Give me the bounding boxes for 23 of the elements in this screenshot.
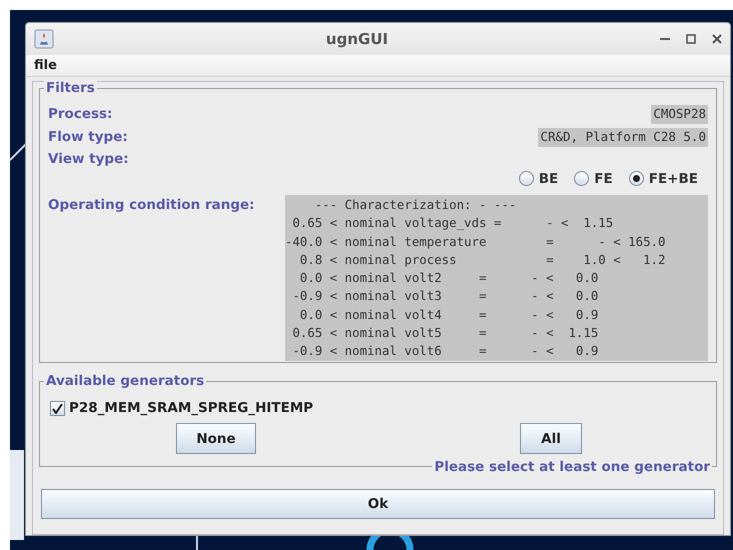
menu-item[interactable]: file	[34, 56, 57, 76]
minimize-icon[interactable]	[660, 37, 670, 41]
characterization-text: --- Characterization: - --- 0.65 < nominal voltage_vds = - < 1.15 -40.0 < nominal temperature = - < 165.0 0.8 < nominal process = 1.0 < 1.2 0.0 < nominal volt2 = - < 0.0 -0.9 < nominal volt3 = - < 0.0 0.0 < nominal volt4 = - < 0.9 0.65 < nominal volt5 = - < 1.15 -0.9 < nominal volt6 = - < 0.9	[285, 195, 708, 361]
checkbox[interactable]	[50, 400, 65, 416]
radio-button[interactable]: FE	[574, 168, 613, 189]
window-title: ugnGUI	[324, 28, 390, 50]
field-value: CR&D, Platform C28 5.0	[538, 128, 708, 147]
field-value: CMOSP28	[651, 105, 708, 124]
field-label: Flow type:	[48, 128, 128, 148]
checkbox-label[interactable]: P28_MEM_SRAM_SPREG_HITEMP	[69, 398, 314, 418]
close-icon[interactable]	[712, 34, 722, 44]
maximize-icon[interactable]	[686, 34, 696, 44]
field-label: Process:	[48, 105, 112, 124]
radio-button[interactable]: BE	[518, 168, 558, 189]
generator-button[interactable]: None	[176, 423, 256, 454]
hint-text: Please select at least one generator	[432, 458, 712, 476]
field-label: View type:	[48, 150, 129, 169]
app-icon	[34, 29, 54, 49]
field-label: Operating condition range:	[48, 196, 255, 215]
generator-button[interactable]: All	[520, 423, 582, 454]
radio-button[interactable]: FE+BE	[628, 168, 698, 189]
ok-button[interactable]: Ok	[41, 489, 715, 519]
group-title: Available generators	[44, 372, 206, 390]
